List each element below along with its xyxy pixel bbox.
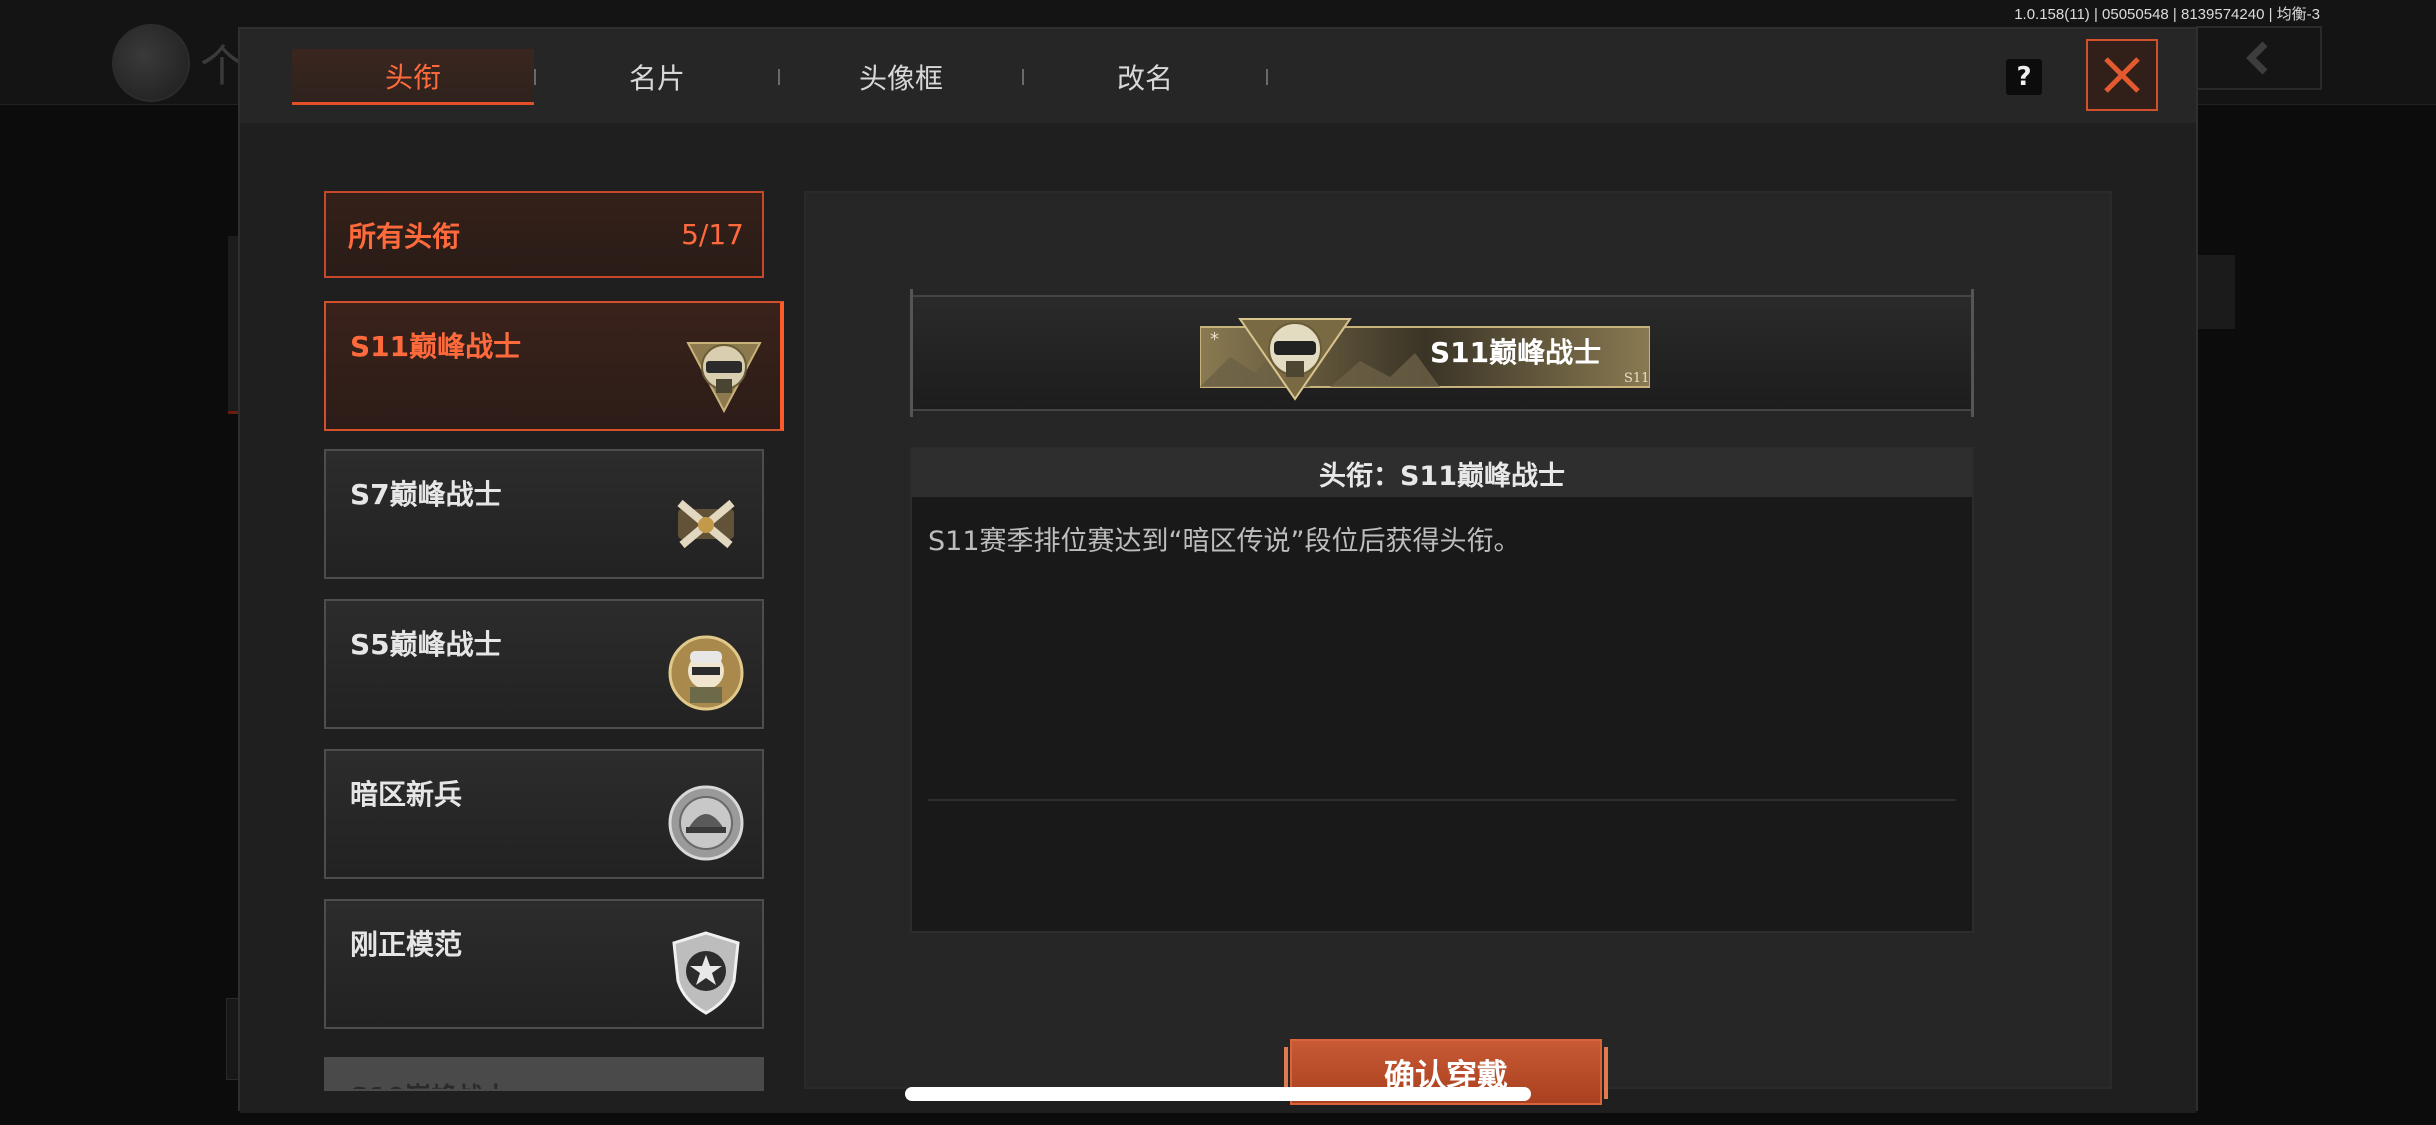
close-button[interactable] — [2086, 39, 2158, 111]
title-badge-frame: * S11 S11巅峰战士 — [910, 289, 1974, 417]
badge-season-label: S11 — [1624, 371, 1649, 386]
tab-bar: 头衔 名片 头像框 改名 — [292, 49, 1268, 105]
helmet-emblem-icon — [686, 342, 762, 414]
back-button[interactable] — [2196, 26, 2322, 90]
tab-separator — [1266, 69, 1268, 85]
modal-header: 头衔 名片 头像框 改名 ? — [240, 29, 2196, 123]
title-item-partial[interactable]: S10巅峰战士 — [324, 1057, 764, 1091]
title-item-label: S10巅峰战士 — [350, 1077, 509, 1089]
globe-logo-icon — [112, 24, 190, 102]
profile-customization-modal: 头衔 名片 头像框 改名 ? 所有头衔 5/17 S11巅峰战士 S7巅峰战士 … — [238, 27, 2198, 1113]
title-info-box: 头衔：S11巅峰战士 S11赛季排位赛达到“暗区传说”段位后获得头衔。 — [910, 447, 1974, 933]
close-icon — [2104, 57, 2140, 93]
all-titles-label: 所有头衔 — [348, 219, 461, 253]
title-detail-panel: * S11 S11巅峰战士 头衔：S11巅峰战士 S11赛季排位赛达到“暗区传说… — [804, 191, 2112, 1105]
version-info: 1.0.158(11) | 05050548 | 8139574240 | 均衡… — [2014, 6, 2320, 23]
star-shield-icon — [672, 931, 740, 1015]
title-item-model[interactable]: 刚正模范 — [324, 899, 764, 1029]
titles-owned-count: 5/17 — [681, 218, 744, 251]
info-divider — [928, 799, 1956, 801]
title-info-header: 头衔：S11巅峰战士 — [912, 449, 1972, 497]
game-screen: 个 1.0.158(11) | 05050548 | 8139574240 | … — [0, 0, 2436, 1125]
title-item-label: S5巅峰战士 — [350, 628, 502, 661]
modal-body: 所有头衔 5/17 S11巅峰战士 S7巅峰战士 S5巅峰战士 暗区新兵 刚正模… — [240, 123, 2196, 1113]
title-description: S11赛季排位赛达到“暗区传说”段位后获得头衔。 — [928, 526, 1521, 557]
title-item-label: 刚正模范 — [350, 928, 463, 961]
chevron-left-icon — [2246, 41, 2268, 75]
tab-name-card[interactable]: 名片 — [536, 49, 778, 105]
soldier-portrait-icon — [668, 635, 744, 711]
title-item-s11[interactable]: S11巅峰战士 — [324, 301, 784, 431]
tab-titles[interactable]: 头衔 — [292, 49, 534, 105]
background-dropdown — [2195, 255, 2235, 329]
svg-text:*: * — [1210, 329, 1219, 350]
home-indicator[interactable] — [905, 1087, 1531, 1101]
title-item-s5[interactable]: S5巅峰战士 — [324, 599, 764, 729]
crossed-pistols-icon — [677, 499, 735, 549]
title-item-label: S11巅峰战士 — [350, 330, 522, 363]
title-item-label: S7巅峰战士 — [350, 478, 502, 511]
all-titles-filter[interactable]: 所有头衔 5/17 — [324, 191, 764, 278]
title-item-recruit[interactable]: 暗区新兵 — [324, 749, 764, 879]
help-button[interactable]: ? — [2006, 59, 2042, 95]
tab-rename[interactable]: 改名 — [1024, 49, 1266, 105]
title-item-s7[interactable]: S7巅峰战士 — [324, 449, 764, 579]
tab-avatar-frame[interactable]: 头像框 — [780, 49, 1022, 105]
badge-title-text: S11巅峰战士 — [1430, 336, 1602, 369]
title-item-label: 暗区新兵 — [350, 778, 463, 811]
recruit-helmet-badge-icon — [668, 785, 744, 861]
